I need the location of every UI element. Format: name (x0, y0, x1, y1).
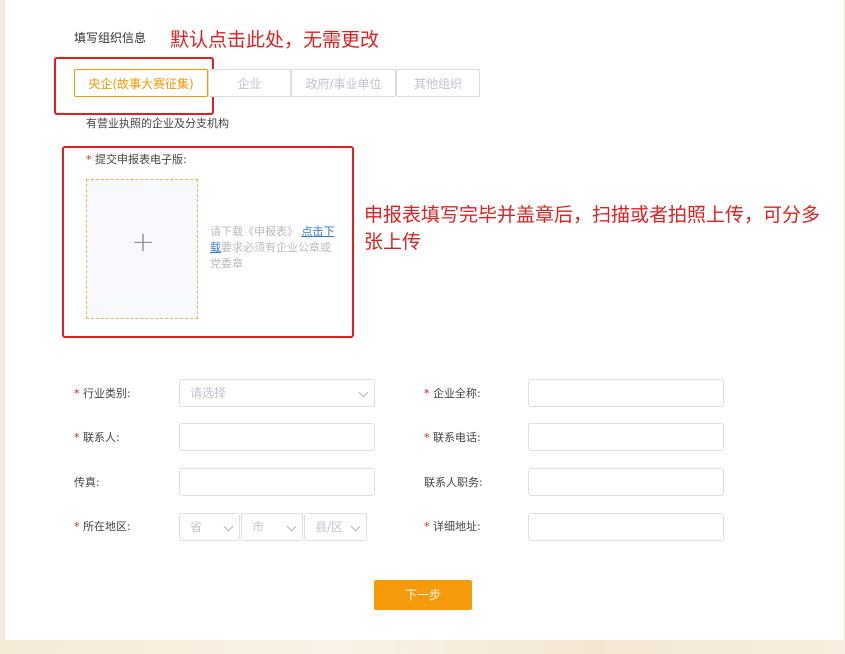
county-placeholder: 县/区 (315, 520, 344, 534)
city-select[interactable]: 市 (241, 513, 303, 541)
province-placeholder: 省 (190, 520, 203, 534)
upload-hint-suffix: 要求必须有企业公章或党委章 (210, 241, 331, 270)
contact-label: * 联系人: (74, 429, 120, 445)
required-mark: * (74, 387, 80, 400)
address-input[interactable] (528, 513, 724, 541)
upload-dropzone[interactable]: + (86, 179, 198, 319)
tab-government[interactable]: 政府/事业单位 (291, 69, 396, 97)
region-label: * 所在地区: (74, 518, 131, 534)
plus-icon: + (131, 225, 155, 258)
org-type-hint: 有营业执照的企业及分支机构 (86, 117, 229, 130)
required-mark: * (74, 431, 80, 444)
industry-label: * 行业类别: (74, 385, 131, 401)
required-mark: * (424, 387, 430, 400)
tab-enterprise[interactable]: 企业 (208, 69, 291, 97)
contact-label-text: 联系人: (83, 431, 120, 444)
required-mark: * (74, 520, 80, 533)
chevron-down-icon (350, 521, 361, 532)
address-label-text: 详细地址: (433, 520, 481, 533)
phone-label: * 联系电话: (424, 429, 481, 445)
next-step-button[interactable]: 下一步 (374, 580, 472, 610)
required-mark: * (424, 431, 430, 444)
industry-placeholder: 请选择 (190, 386, 227, 400)
required-mark: * (424, 520, 430, 533)
position-label: 联系人职务: (424, 476, 483, 489)
chevron-down-icon (358, 387, 369, 398)
address-label: * 详细地址: (424, 518, 481, 534)
phone-label-text: 联系电话: (433, 431, 481, 444)
fax-input[interactable] (179, 468, 375, 496)
company-name-label-text: 企业全称: (433, 387, 481, 400)
city-placeholder: 市 (252, 520, 265, 534)
chevron-down-icon (286, 521, 297, 532)
region-label-text: 所在地区: (83, 520, 131, 533)
required-mark: * (86, 153, 92, 166)
annotation-default-note: 默认点击此处，无需更改 (170, 29, 380, 51)
upload-label-text: 提交申报表电子版: (95, 153, 187, 166)
upload-hint: 请下载《申报表》 点击下载要求必须有企业公章或党委章 (210, 224, 338, 272)
position-input[interactable] (528, 468, 724, 496)
province-select[interactable]: 省 (179, 513, 240, 541)
chevron-down-icon (223, 521, 234, 532)
upload-hint-prefix: 请下载《申报表》 (210, 225, 298, 238)
industry-select[interactable]: 请选择 (179, 379, 375, 407)
industry-label-text: 行业类别: (83, 387, 131, 400)
annotation-upload-note: 申报表填写完毕并盖章后，扫描或者拍照上传，可分多张上传 (364, 204, 821, 253)
tab-other-org[interactable]: 其他组织 (396, 69, 480, 97)
county-select[interactable]: 县/区 (304, 513, 367, 541)
tab-central-enterprise[interactable]: 央企(故事大赛征集) (74, 69, 208, 97)
page-footer-band (0, 640, 845, 654)
section-title: 填写组织信息 (74, 31, 147, 45)
phone-input[interactable] (528, 423, 724, 451)
company-name-input[interactable] (528, 379, 724, 407)
contact-input[interactable] (179, 423, 375, 451)
upload-label: * 提交申报表电子版: (86, 151, 187, 167)
company-name-label: * 企业全称: (424, 385, 481, 401)
fax-label: 传真: (74, 476, 100, 489)
